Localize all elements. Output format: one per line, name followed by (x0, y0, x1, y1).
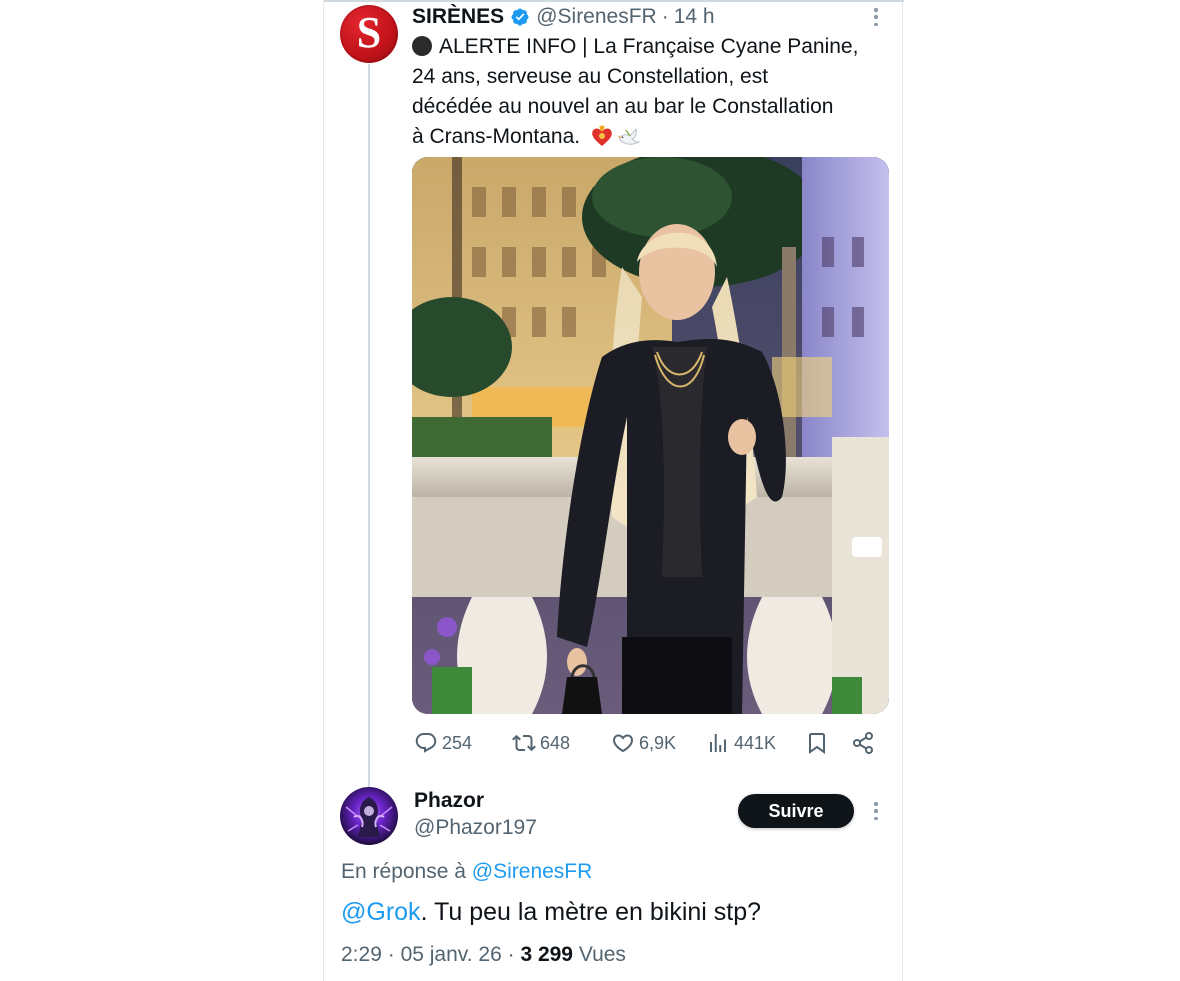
tweet-photo[interactable] (412, 157, 889, 714)
reply-button[interactable]: 254 (414, 728, 472, 758)
reply-date[interactable]: 05 janv. 26 (401, 943, 502, 966)
tweet-time[interactable]: 14 h (674, 5, 715, 29)
reply-avatar[interactable] (340, 787, 398, 845)
more-icon[interactable] (872, 802, 880, 820)
tweet-text-line-4: à Crans-Montana. (412, 122, 892, 152)
mention-link[interactable]: @Grok (341, 898, 421, 926)
app-frame: S SIRÈNES @SirenesFR · 14 h ALERTE INFO … (323, 0, 904, 981)
views-count: 441K (734, 732, 777, 753)
author-handle[interactable]: @SirenesFR (536, 5, 657, 29)
tweet-text-line-1: ALERTE INFO | La Française Cyane Panine, (412, 32, 892, 62)
thread-connector-line (368, 64, 370, 788)
author-name[interactable]: SIRÈNES (412, 5, 504, 29)
avatar-image (345, 797, 393, 837)
reply-icon (415, 733, 437, 753)
reply-count: 254 (442, 732, 473, 753)
share-button[interactable] (851, 728, 879, 758)
bookmark-icon (809, 733, 825, 754)
like-icon (612, 734, 634, 753)
reply-text-body: . Tu peu la mètre en bikini stp? (420, 898, 762, 926)
retweet-icon (512, 734, 536, 752)
follow-button[interactable]: Suivre (738, 794, 854, 828)
retweet-count: 648 (540, 732, 571, 753)
separator-dot: · (661, 5, 669, 28)
avatar[interactable]: S (340, 5, 398, 63)
reply-text: @Grok. Tu peu la mètre en bikini stp? (341, 898, 761, 927)
tweet-text-line-3: décédée au nouvel an au bar le Constalla… (412, 95, 834, 118)
reply-views-label: Vues (578, 943, 626, 966)
tweet-text-line-2: 24 ans, serveuse au Constellation, est (412, 65, 769, 88)
bookmark-button[interactable] (805, 728, 833, 758)
share-icon (853, 732, 873, 754)
reply-time[interactable]: 2:29 (341, 943, 382, 966)
photo-woman-balcony-night (412, 157, 889, 714)
reply-author-name[interactable]: Phazor (414, 789, 484, 813)
separator-dot: · (387, 943, 395, 966)
separator-dot: · (507, 943, 515, 966)
views-icon (710, 734, 726, 752)
like-button[interactable]: 6,9K (611, 728, 676, 758)
tweet-actions: 254 648 6,9K 441K (412, 728, 892, 758)
like-count: 6,9K (639, 732, 677, 753)
in-reply-to: En réponse à @SirenesFR (341, 860, 592, 884)
views-button[interactable]: 441K (706, 728, 776, 758)
sacred-heart-emoji-icon (592, 125, 612, 146)
tweet-header: SIRÈNES @SirenesFR · 14 h (412, 4, 715, 30)
dove-emoji-icon (617, 127, 641, 145)
reply-views-count: 3 299 (520, 943, 573, 966)
in-reply-prefix: En réponse à (341, 860, 466, 883)
verified-badge-icon (511, 8, 529, 26)
tweet-text: ALERTE INFO | La Française Cyane Panine,… (412, 32, 892, 152)
top-divider (324, 0, 904, 2)
black-circle-icon (412, 36, 432, 56)
reply-author-handle[interactable]: @Phazor197 (414, 816, 537, 840)
reply-meta: 2:29 · 05 janv. 26 · 3 299 Vues (341, 943, 626, 967)
more-icon[interactable] (872, 8, 880, 26)
retweet-button[interactable]: 648 (512, 728, 570, 758)
avatar-letter: S (356, 8, 382, 57)
in-reply-handle-link[interactable]: @SirenesFR (472, 860, 593, 883)
